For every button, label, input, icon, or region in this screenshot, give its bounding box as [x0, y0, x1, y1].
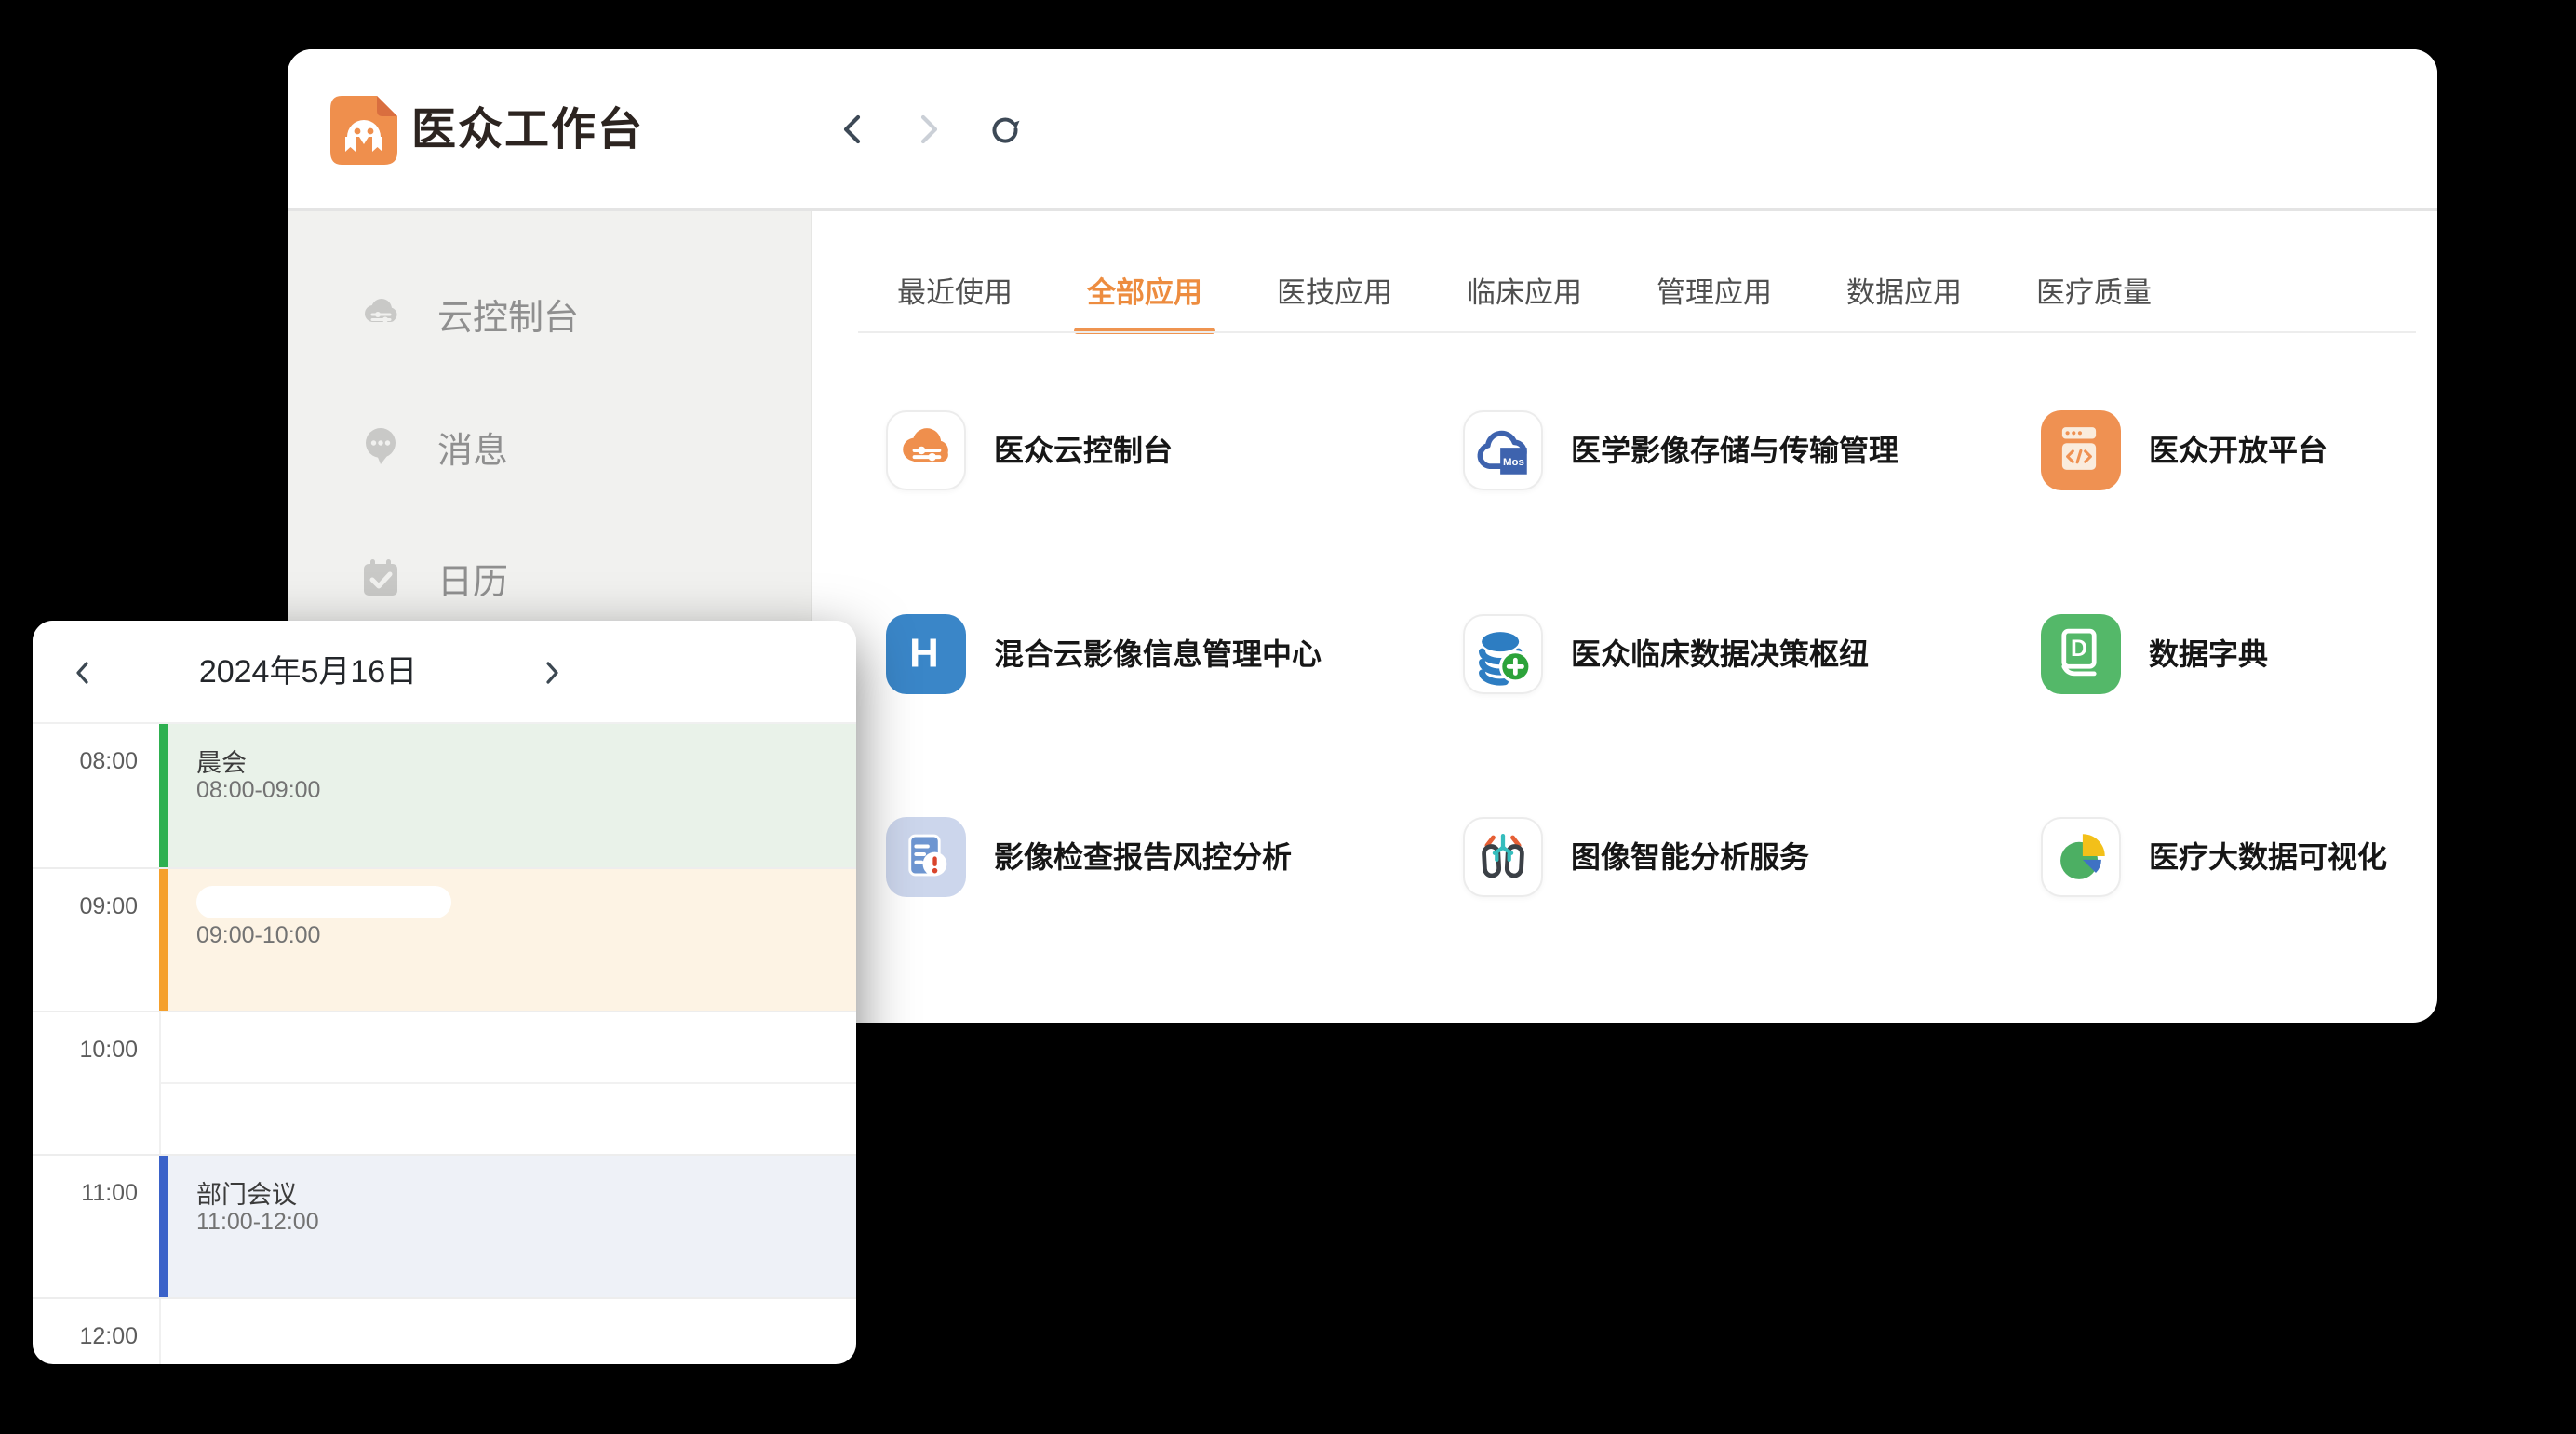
app-label: 医学影像存储与传输管理: [1571, 410, 1898, 490]
event-title: 晨会: [196, 743, 247, 779]
half-hour-line: [161, 1082, 856, 1084]
window-title: 医众工作台: [411, 96, 644, 165]
app-label: 医众临床数据决策枢纽: [1571, 614, 1869, 694]
calendar-row-1000: 10:00: [33, 1011, 856, 1154]
code-browser-icon: [2041, 410, 2121, 490]
app-label: 医疗大数据可视化: [2149, 817, 2387, 897]
sidebar-item-label: 日历: [437, 553, 508, 604]
sidebar-item-calendar[interactable]: 日历: [288, 536, 811, 620]
app-open-platform[interactable]: 医众开放平台: [2041, 410, 2437, 490]
tab-clinical[interactable]: 临床应用: [1467, 273, 1582, 314]
app-label: 医众开放平台: [2149, 410, 2328, 490]
tab-quality[interactable]: 医疗质量: [2036, 273, 2152, 314]
calendar-header: 2024年5月16日: [33, 621, 856, 724]
app-label: 影像检查报告风控分析: [994, 817, 1292, 897]
cloud-console-icon: [356, 289, 405, 338]
app-medical-image-storage[interactable]: Mos 医学影像存储与传输管理: [1463, 410, 2021, 490]
svg-text:H: H: [909, 630, 939, 676]
pie-chart-icon: [2041, 817, 2121, 897]
refresh-button[interactable]: [986, 111, 1024, 148]
calendar-prev-button[interactable]: [66, 656, 100, 690]
database-plus-icon: [1463, 614, 1543, 694]
dictionary-book-icon: D: [2041, 614, 2121, 694]
tab-data[interactable]: 数据应用: [1846, 273, 1962, 314]
sidebar-item-cloud-console[interactable]: 云控制台: [288, 272, 811, 355]
time-label: 12:00: [33, 1323, 138, 1350]
message-icon: [356, 422, 405, 471]
lungs-icon: [1463, 817, 1543, 897]
calendar-next-button[interactable]: [535, 656, 569, 690]
tab-medtech[interactable]: 医技应用: [1277, 273, 1392, 314]
calendar-row-1100: 11:00 部门会议 11:00-12:00: [33, 1154, 856, 1297]
app-data-dictionary[interactable]: D 数据字典: [2041, 614, 2437, 694]
app-bigdata-visualization[interactable]: 医疗大数据可视化: [2041, 817, 2437, 897]
event-time: 11:00-12:00: [196, 1209, 319, 1236]
event-title: 部门会议: [196, 1174, 297, 1211]
tab-recent[interactable]: 最近使用: [897, 273, 1013, 314]
app-image-analysis-service[interactable]: 图像智能分析服务: [1463, 817, 2021, 897]
cloud-mos-icon: Mos: [1463, 410, 1543, 490]
app-category-tabs: 最近使用 全部应用 医技应用 临床应用 管理应用 数据应用 医疗质量: [897, 273, 2152, 314]
tabs-divider: [858, 331, 2416, 333]
time-label: 08:00: [33, 748, 138, 775]
event-title-masked: [196, 886, 451, 918]
app-label: 数据字典: [2149, 614, 2268, 694]
tab-management[interactable]: 管理应用: [1657, 273, 1772, 314]
sidebar-item-label: 云控制台: [437, 288, 579, 340]
app-hybrid-cloud-center[interactable]: H 混合云影像信息管理中心: [886, 614, 1444, 694]
calendar-date-title: 2024年5月16日: [144, 621, 472, 724]
calendar-row-0900: 09:00 09:00-10:00: [33, 867, 856, 1011]
app-report-risk-analysis[interactable]: 影像检查报告风控分析: [886, 817, 1444, 897]
back-button[interactable]: [835, 111, 872, 148]
svg-text:D: D: [2071, 637, 2087, 662]
sidebar-item-label: 消息: [437, 422, 508, 473]
event-time: 08:00-09:00: [196, 777, 320, 804]
app-cloud-console[interactable]: 医众云控制台: [886, 410, 1444, 490]
forward-button[interactable]: [909, 111, 946, 148]
cloud-sliders-icon: [886, 410, 966, 490]
event-time: 09:00-10:00: [196, 922, 320, 949]
app-logo-icon: [330, 96, 397, 165]
screen: 医众工作台: [0, 0, 2576, 1434]
time-label: 11:00: [33, 1180, 138, 1207]
app-label: 混合云影像信息管理中心: [994, 614, 1322, 694]
window-header: 医众工作台: [288, 49, 2437, 211]
time-label: 10:00: [33, 1037, 138, 1064]
calendar-row-0800: 08:00 晨会 08:00-09:00: [33, 724, 856, 867]
sidebar-item-messages[interactable]: 消息: [288, 405, 811, 489]
gutter-divider: [159, 1299, 161, 1364]
tab-all-apps[interactable]: 全部应用: [1087, 273, 1202, 314]
event-masked[interactable]: 09:00-10:00: [159, 869, 856, 1012]
svg-text:Mos: Mos: [1503, 457, 1524, 468]
calendar-panel: 2024年5月16日 08:00 晨会 08:00-09:00 09:00: [33, 621, 856, 1364]
calendar-day-view: 08:00 晨会 08:00-09:00 09:00 09:00-10:00 1…: [33, 724, 856, 1364]
app-label: 图像智能分析服务: [1571, 817, 1809, 897]
report-alert-icon: [886, 817, 966, 897]
calendar-icon: [356, 554, 405, 602]
letter-h-icon: H: [886, 614, 966, 694]
event-morning-meeting[interactable]: 晨会 08:00-09:00: [159, 724, 856, 867]
time-label: 09:00: [33, 893, 138, 920]
calendar-row-1200: 12:00: [33, 1297, 856, 1364]
app-label: 医众云控制台: [994, 410, 1173, 490]
event-department-meeting[interactable]: 部门会议 11:00-12:00: [159, 1156, 856, 1299]
app-clinical-data-hub[interactable]: 医众临床数据决策枢纽: [1463, 614, 2021, 694]
